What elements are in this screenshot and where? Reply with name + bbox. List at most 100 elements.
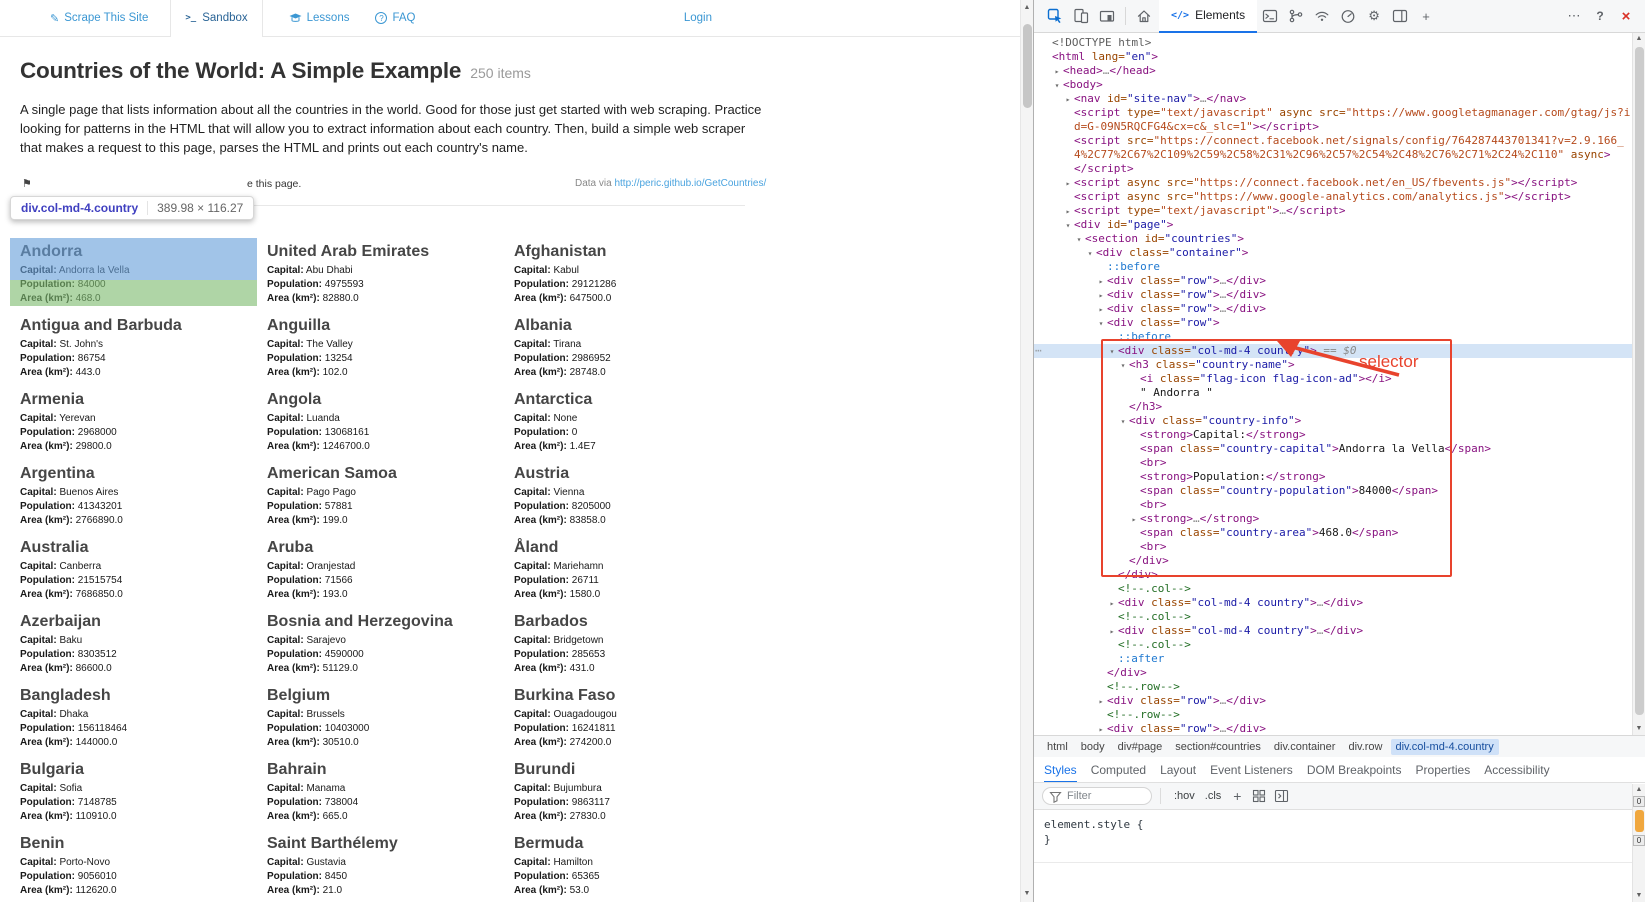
dom-line[interactable]: ▾<div class="country-info"> — [1034, 414, 1633, 428]
expand-arrow-icon[interactable]: ▸ — [1128, 513, 1140, 527]
element-states-grid-icon[interactable] — [1248, 786, 1270, 806]
close-devtools-icon[interactable]: × — [1613, 4, 1639, 28]
nav-item-lessons[interactable]: Lessons — [289, 12, 350, 24]
dom-line[interactable]: <html lang="en"> — [1034, 50, 1633, 64]
dom-line[interactable]: ▸<script type="text/javascript">…</scrip… — [1034, 204, 1633, 218]
home-icon[interactable] — [1131, 4, 1157, 28]
dom-line[interactable]: </div> — [1034, 666, 1633, 680]
dom-line[interactable]: ▸<div class="col-md-4 country">…</div> — [1034, 624, 1633, 638]
dom-line[interactable]: ▸<script async src="https://connect.face… — [1034, 176, 1633, 190]
devtools-scrollbar[interactable]: ▲ ▼ — [1632, 33, 1645, 735]
page-scrollbar[interactable]: ▲ ▼ — [1020, 0, 1033, 902]
expand-arrow-icon[interactable]: ▸ — [1095, 723, 1107, 735]
nav-item-faq[interactable]: ? FAQ — [375, 12, 415, 24]
collapse-arrow-icon[interactable]: ▾ — [1084, 247, 1096, 261]
add-tools-icon[interactable]: + — [1413, 4, 1439, 28]
dom-line[interactable]: </h3> — [1034, 400, 1633, 414]
dom-line[interactable]: ▾<div class="row"> — [1034, 316, 1633, 330]
breadcrumb-item[interactable]: section#countries — [1170, 739, 1266, 755]
dom-line[interactable]: ▸<nav id="site-nav">…</nav> — [1034, 92, 1633, 106]
dom-line[interactable]: <!--.col--> — [1034, 610, 1633, 624]
dom-line[interactable]: <span class="country-area">468.0</span> — [1034, 526, 1633, 540]
dom-line[interactable]: ▾<h3 class="country-name"> — [1034, 358, 1633, 372]
dom-line[interactable]: " Andorra " — [1034, 386, 1633, 400]
console-icon[interactable] — [1257, 4, 1283, 28]
device-toolbar-icon[interactable] — [1068, 4, 1094, 28]
expand-arrow-icon[interactable]: ▸ — [1062, 93, 1074, 107]
dom-line[interactable]: ▸<div class="row">…</div> — [1034, 694, 1633, 708]
more-options-icon[interactable]: ⋯ — [1561, 4, 1587, 28]
data-source-link[interactable]: http://peric.github.io/GetCountries/ — [614, 178, 766, 189]
nav-brand-link[interactable]: ✎ Scrape This Site — [50, 12, 148, 25]
computed-sidebar-icon[interactable] — [1270, 786, 1292, 806]
dom-line[interactable]: </div> — [1034, 568, 1633, 582]
dom-line[interactable]: <!DOCTYPE html> — [1034, 36, 1633, 50]
dom-line[interactable]: ::before — [1034, 330, 1633, 344]
dom-line[interactable]: ▸<head>…</head> — [1034, 64, 1633, 78]
dom-line[interactable]: ::before — [1034, 260, 1633, 274]
expand-arrow-icon[interactable]: ▸ — [1095, 695, 1107, 709]
breadcrumb-item[interactable]: div#page — [1113, 739, 1168, 755]
tab-dom-breakpoints[interactable]: DOM Breakpoints — [1307, 757, 1402, 783]
dom-line[interactable]: d=G-09N5RQCFG4&cx=c&_slc=1"></script> — [1034, 120, 1633, 134]
tab-layout[interactable]: Layout — [1160, 757, 1196, 783]
dom-line[interactable]: <script src="https://connect.facebook.ne… — [1034, 134, 1633, 148]
scroll-up-icon[interactable]: ▲ — [1633, 34, 1645, 44]
new-style-rule-button[interactable]: + — [1233, 788, 1241, 804]
expand-arrow-icon[interactable]: ▸ — [1095, 275, 1107, 289]
dom-line[interactable]: <!--.col--> — [1034, 638, 1633, 652]
collapse-arrow-icon[interactable]: ▾ — [1095, 317, 1107, 331]
dom-line[interactable]: <script type="text/javascript" async src… — [1034, 106, 1633, 120]
styles-scrollbar[interactable]: ▲ 0 0 ▼ — [1632, 784, 1645, 902]
tab-accessibility[interactable]: Accessibility — [1484, 757, 1549, 783]
dock-side-icon[interactable] — [1387, 4, 1413, 28]
scroll-up-icon[interactable]: ▲ — [1633, 785, 1645, 795]
dom-line[interactable]: ::after — [1034, 652, 1633, 666]
page-scrollbar-thumb[interactable] — [1023, 24, 1032, 108]
dom-line[interactable]: <i class="flag-icon flag-icon-ad"></i> — [1034, 372, 1633, 386]
expand-arrow-icon[interactable]: ▸ — [1062, 205, 1074, 219]
dom-line-selected[interactable]: ⋯▾<div class="col-md-4 country"> == $0 — [1034, 344, 1633, 358]
dom-line[interactable]: ▸<div class="row">…</div> — [1034, 722, 1633, 735]
dom-line[interactable]: ▸<div class="row">…</div> — [1034, 288, 1633, 302]
expand-arrow-icon[interactable]: ▸ — [1095, 289, 1107, 303]
tab-styles[interactable]: Styles — [1044, 757, 1077, 783]
dom-line[interactable]: </script> — [1034, 162, 1633, 176]
sources-icon[interactable] — [1283, 4, 1309, 28]
expand-arrow-icon[interactable]: ▸ — [1051, 65, 1063, 79]
dom-line[interactable]: <strong>Capital:</strong> — [1034, 428, 1633, 442]
dom-line[interactable]: ▸<div class="row">…</div> — [1034, 274, 1633, 288]
collapse-arrow-icon[interactable]: ▾ — [1051, 79, 1063, 93]
collapse-arrow-icon[interactable]: ▾ — [1117, 415, 1129, 429]
more-actions-dots-icon[interactable]: ⋯ — [1035, 344, 1042, 358]
breadcrumb-item[interactable]: div.container — [1269, 739, 1341, 755]
help-icon[interactable]: ? — [1587, 4, 1613, 28]
scroll-up-icon[interactable]: ▲ — [1021, 3, 1033, 13]
styles-scrollbar-thumb[interactable] — [1635, 810, 1644, 832]
dom-line[interactable]: ▸<strong>…</strong> — [1034, 512, 1633, 526]
collapse-arrow-icon[interactable]: ▾ — [1117, 359, 1129, 373]
dom-line[interactable]: ▾<section id="countries"> — [1034, 232, 1633, 246]
dom-line[interactable]: ▾<div id="page"> — [1034, 218, 1633, 232]
expand-arrow-icon[interactable]: ▸ — [1095, 303, 1107, 317]
element-style-rule[interactable]: element.style { } — [1034, 810, 1622, 854]
scroll-down-icon[interactable]: ▼ — [1633, 724, 1645, 734]
dom-line[interactable]: <br> — [1034, 498, 1633, 512]
nav-item-sandbox[interactable]: >_ Sandbox — [170, 0, 262, 37]
element-style-selector[interactable]: element.style — [1044, 818, 1130, 831]
breadcrumb-item[interactable]: html — [1042, 739, 1073, 755]
network-icon[interactable] — [1309, 4, 1335, 28]
tab-event-listeners[interactable]: Event Listeners — [1210, 757, 1293, 783]
dom-line[interactable]: ▾<body> — [1034, 78, 1633, 92]
dom-line[interactable]: </div> — [1034, 554, 1633, 568]
dom-line[interactable]: <strong>Population:</strong> — [1034, 470, 1633, 484]
inspect-icon[interactable] — [1042, 4, 1068, 28]
breadcrumb-item[interactable]: div.row — [1343, 739, 1387, 755]
tab-elements[interactable]: </> Elements — [1159, 0, 1257, 33]
class-toggle-button[interactable]: .cls — [1200, 788, 1227, 804]
collapse-arrow-icon[interactable]: ▾ — [1073, 233, 1085, 247]
breadcrumb-item[interactable]: body — [1076, 739, 1110, 755]
screencast-icon[interactable] — [1094, 4, 1120, 28]
expand-arrow-icon[interactable]: ▸ — [1106, 625, 1118, 639]
breadcrumb-item[interactable]: div.col-md-4.country — [1391, 739, 1499, 755]
